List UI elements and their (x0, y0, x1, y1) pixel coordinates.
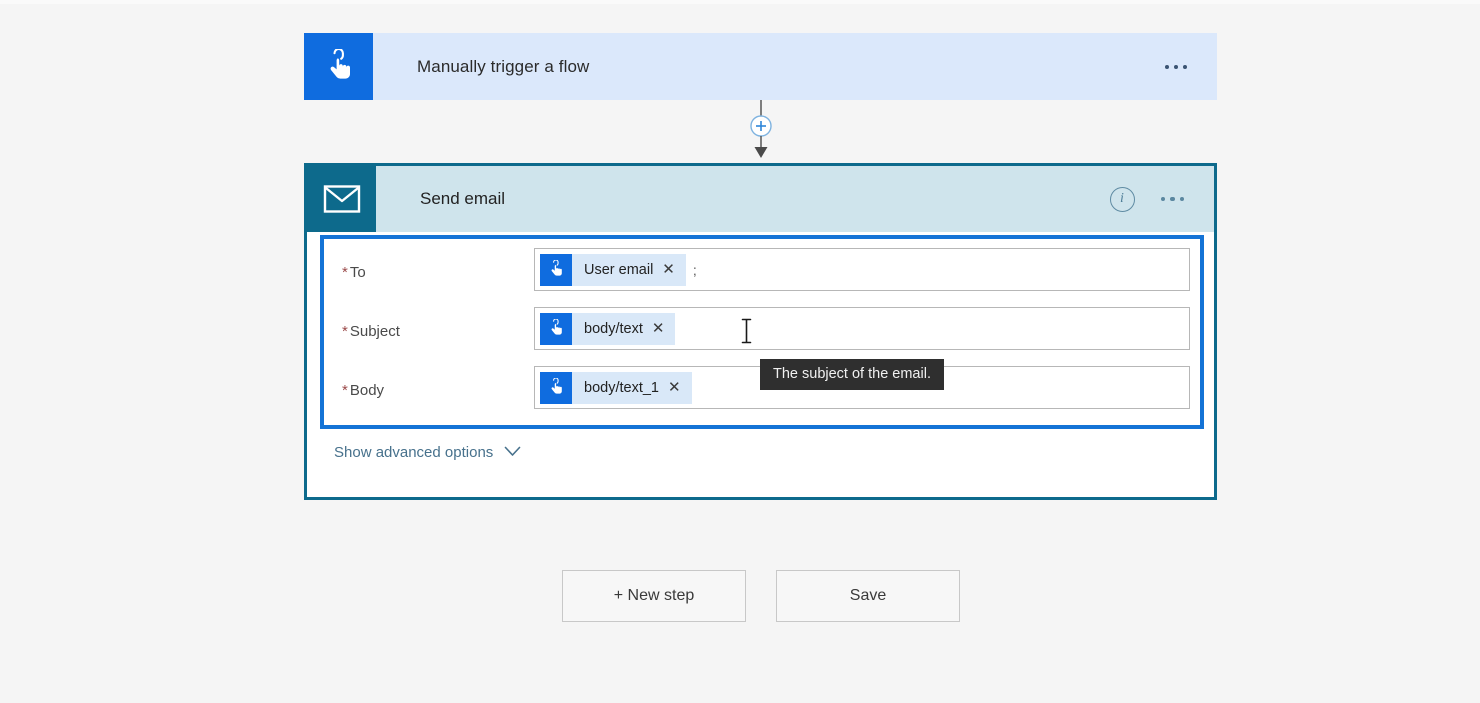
ellipsis-dot (1170, 196, 1175, 202)
field-label-body: * Body (334, 366, 534, 399)
arrow-down-icon (754, 147, 768, 158)
show-advanced-options-toggle[interactable]: Show advanced options (334, 444, 521, 461)
tap-hand-icon (304, 33, 373, 100)
token-chip-body-text-1[interactable]: body/text_1 ✕ (540, 371, 692, 404)
close-icon[interactable]: ✕ (662, 262, 686, 277)
to-input[interactable]: User email ✕ ; (534, 248, 1190, 291)
text-cursor-icon (740, 318, 753, 349)
required-marker: * (342, 323, 348, 340)
ellipsis-dot (1179, 196, 1184, 202)
close-icon[interactable]: ✕ (668, 380, 692, 395)
advanced-options-label: Show advanced options (334, 444, 494, 461)
trigger-card[interactable]: Manually trigger a flow (304, 33, 1217, 100)
ellipsis-dot (1160, 196, 1165, 202)
tap-hand-icon (540, 371, 572, 404)
required-marker: * (342, 264, 348, 281)
field-label-text: Subject (349, 323, 400, 340)
token-label: body/text_1 (584, 379, 659, 396)
required-marker: * (342, 382, 348, 399)
field-label-to: * To (334, 248, 534, 281)
token-label: body/text (584, 320, 643, 337)
trigger-menu-button[interactable] (1165, 33, 1217, 100)
field-label-text: To (349, 264, 366, 281)
action-menu-button[interactable] (1160, 196, 1184, 202)
action-title: Send email (420, 189, 506, 208)
new-step-button[interactable]: + New step (562, 570, 746, 622)
subject-input[interactable]: body/text ✕ (534, 307, 1190, 350)
token-label: User email (584, 261, 654, 278)
footer-actions: + New step Save (562, 570, 960, 622)
ellipsis-dot (1165, 64, 1169, 69)
to-separator: ; (692, 261, 697, 278)
flow-connector (748, 100, 774, 162)
ellipsis-dot (1174, 64, 1178, 69)
field-label-text: Body (349, 382, 385, 399)
action-card-header[interactable]: Send email i (307, 166, 1214, 232)
token-chip-user-email[interactable]: User email ✕ (540, 253, 686, 286)
info-circle-icon[interactable]: i (1109, 186, 1135, 212)
action-header-actions: i (1109, 166, 1215, 232)
ellipsis-dot (1183, 64, 1187, 69)
action-card-send-email[interactable]: Send email i * To User email ✕ ; * Subje… (304, 163, 1217, 500)
save-button[interactable]: Save (776, 570, 960, 622)
flow-designer-canvas: Manually trigger a flow Send email i * T… (0, 0, 1480, 703)
field-row-to: * To User email ✕ ; (334, 248, 1190, 307)
envelope-icon (307, 166, 376, 232)
action-fields-region: * To User email ✕ ; * Subject body/text … (320, 235, 1204, 429)
field-label-subject: * Subject (334, 307, 534, 340)
field-row-subject: * Subject body/text ✕ (334, 307, 1190, 366)
chevron-down-icon (504, 444, 521, 461)
close-icon[interactable]: ✕ (652, 321, 676, 336)
field-tooltip: The subject of the email. (760, 359, 944, 390)
trigger-title: Manually trigger a flow (417, 56, 590, 76)
tap-hand-icon (540, 253, 572, 286)
tap-hand-icon (540, 312, 572, 345)
token-chip-body-text[interactable]: body/text ✕ (540, 312, 676, 345)
